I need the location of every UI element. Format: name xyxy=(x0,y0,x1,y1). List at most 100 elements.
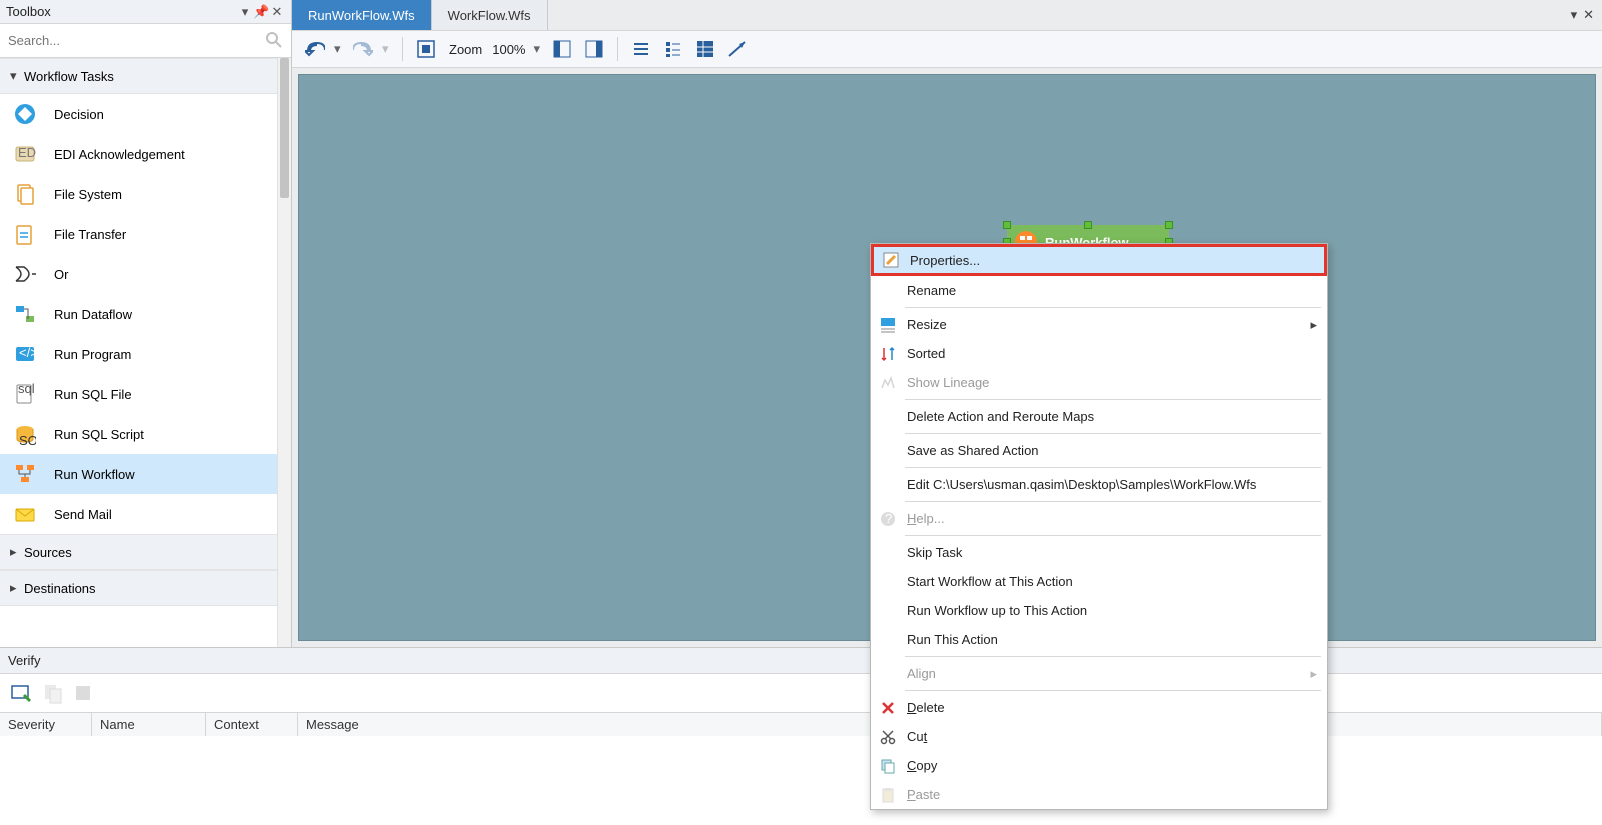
verify-copy-icon[interactable] xyxy=(42,682,64,704)
menu-properties[interactable]: Properties... xyxy=(871,244,1327,276)
menu-separator xyxy=(905,690,1321,691)
sorted-icon xyxy=(879,345,897,363)
delete-icon xyxy=(879,699,897,717)
zoom-dropdown-icon[interactable]: ▾ xyxy=(533,41,543,57)
decision-icon xyxy=(14,103,36,125)
toolbox-item-send-mail[interactable]: Send Mail xyxy=(0,494,277,534)
resize-handle[interactable] xyxy=(1165,221,1173,229)
run-sql-file-icon: sql xyxy=(14,383,36,405)
col-name[interactable]: Name xyxy=(92,713,206,736)
toolbox-item-run-sql-script[interactable]: SQL Run SQL Script xyxy=(0,414,277,454)
toolbox-item-run-program[interactable]: </> Run Program xyxy=(0,334,277,374)
connector-icon[interactable] xyxy=(724,36,750,62)
lineage-icon xyxy=(879,374,897,392)
toolbox-item-label: Run Program xyxy=(54,347,131,362)
toolbox-item-or[interactable]: Or xyxy=(0,254,277,294)
menu-run-up-to[interactable]: Run Workflow up to This Action xyxy=(871,596,1327,625)
toolbox-item-edi-ack[interactable]: EDI EDI Acknowledgement xyxy=(0,134,277,174)
menu-separator xyxy=(905,501,1321,502)
scrollbar-thumb[interactable] xyxy=(280,58,289,198)
menu-copy[interactable]: Copy xyxy=(871,751,1327,780)
menu-sorted[interactable]: Sorted xyxy=(871,339,1327,368)
tabs-controls: ▾ ✕ xyxy=(1563,7,1602,23)
toolbox-item-label: Run SQL Script xyxy=(54,427,144,442)
redo-button[interactable] xyxy=(350,36,376,62)
toolbox-item-run-workflow[interactable]: Run Workflow xyxy=(0,454,277,494)
menu-label: Paste xyxy=(907,787,940,802)
list-compact-icon[interactable] xyxy=(628,36,654,62)
grid-icon[interactable] xyxy=(692,36,718,62)
verify-run-icon[interactable] xyxy=(10,682,32,704)
tab-close-icon[interactable]: ✕ xyxy=(1583,7,1594,23)
col-context[interactable]: Context xyxy=(206,713,298,736)
pin-icon[interactable]: 📌 xyxy=(253,4,269,20)
menu-resize[interactable]: Resize ▸ xyxy=(871,310,1327,339)
menu-start-workflow[interactable]: Start Workflow at This Action xyxy=(871,567,1327,596)
menu-label: Start Workflow at This Action xyxy=(907,574,1073,589)
toolbox-item-label: File Transfer xyxy=(54,227,126,242)
verify-columns: Severity Name Context Message xyxy=(0,712,1602,736)
menu-label: Help... xyxy=(907,511,945,526)
menu-cut[interactable]: Cut xyxy=(871,722,1327,751)
toolbox-item-run-sql-file[interactable]: sql Run SQL File xyxy=(0,374,277,414)
tab-workflow[interactable]: WorkFlow.Wfs xyxy=(432,0,548,30)
toolbox-search xyxy=(0,24,291,58)
fit-button[interactable] xyxy=(413,36,439,62)
verify-toolbar xyxy=(0,674,1602,712)
toolbox-item-run-dataflow[interactable]: Run Dataflow xyxy=(0,294,277,334)
search-input[interactable] xyxy=(0,24,291,57)
svg-text:?: ? xyxy=(885,511,892,526)
submenu-arrow-icon: ▸ xyxy=(1310,317,1317,333)
menu-separator xyxy=(905,535,1321,536)
list-detailed-icon[interactable] xyxy=(660,36,686,62)
toolbox-item-label: Run Workflow xyxy=(54,467,135,482)
run-workflow-icon xyxy=(14,463,36,485)
resize-handle[interactable] xyxy=(1084,221,1092,229)
copy-icon xyxy=(879,757,897,775)
toolbox-item-decision[interactable]: Decision xyxy=(0,94,277,134)
menu-label: Cut xyxy=(907,729,927,744)
toolbox-item-file-transfer[interactable]: File Transfer xyxy=(0,214,277,254)
menu-skip-task[interactable]: Skip Task xyxy=(871,538,1327,567)
group-label: Destinations xyxy=(24,581,96,596)
tab-runworkflow[interactable]: RunWorkFlow.Wfs xyxy=(292,0,432,30)
svg-text:EDI: EDI xyxy=(18,145,36,160)
menu-run-this[interactable]: Run This Action xyxy=(871,625,1327,654)
close-icon[interactable]: ✕ xyxy=(269,4,285,20)
menu-separator xyxy=(905,656,1321,657)
group-workflow-tasks[interactable]: ▾ Workflow Tasks xyxy=(0,58,277,94)
group-destinations[interactable]: ▸ Destinations xyxy=(0,570,277,606)
menu-label: Rename xyxy=(907,283,956,298)
redo-dropdown-icon[interactable]: ▾ xyxy=(382,41,392,57)
toolbox-dropdown-icon[interactable]: ▾ xyxy=(237,4,253,20)
toolbox-item-file-system[interactable]: File System xyxy=(0,174,277,214)
undo-dropdown-icon[interactable]: ▾ xyxy=(334,41,344,57)
layout-split-right-button[interactable] xyxy=(581,36,607,62)
run-program-icon: </> xyxy=(14,343,36,365)
menu-rename[interactable]: Rename xyxy=(871,276,1327,305)
menu-label: Edit C:\Users\usman.qasim\Desktop\Sample… xyxy=(907,477,1256,492)
run-dataflow-icon xyxy=(14,303,36,325)
file-transfer-icon xyxy=(14,223,36,245)
group-label: Workflow Tasks xyxy=(24,69,114,84)
resize-handle[interactable] xyxy=(1003,221,1011,229)
menu-delete[interactable]: Delete xyxy=(871,693,1327,722)
undo-button[interactable] xyxy=(302,36,328,62)
context-menu: Properties... Rename Resize ▸ Sorted Sho… xyxy=(870,243,1328,810)
layout-split-left-button[interactable] xyxy=(549,36,575,62)
menu-save-shared[interactable]: Save as Shared Action xyxy=(871,436,1327,465)
tab-dropdown-icon[interactable]: ▾ xyxy=(1571,7,1578,23)
chevron-down-icon: ▾ xyxy=(10,68,24,84)
menu-label: Run This Action xyxy=(907,632,998,647)
menu-label: Save as Shared Action xyxy=(907,443,1039,458)
menu-edit-path[interactable]: Edit C:\Users\usman.qasim\Desktop\Sample… xyxy=(871,470,1327,499)
menu-delete-reroute[interactable]: Delete Action and Reroute Maps xyxy=(871,402,1327,431)
verify-stop-icon[interactable] xyxy=(74,684,92,702)
group-sources[interactable]: ▸ Sources xyxy=(0,534,277,570)
col-severity[interactable]: Severity xyxy=(0,713,92,736)
svg-text:SQL: SQL xyxy=(19,433,36,445)
file-system-icon xyxy=(14,183,36,205)
chevron-right-icon: ▸ xyxy=(10,544,24,560)
toolbox-scrollbar[interactable] xyxy=(277,58,291,647)
toolbox-header: Toolbox ▾ 📌 ✕ xyxy=(0,0,291,24)
